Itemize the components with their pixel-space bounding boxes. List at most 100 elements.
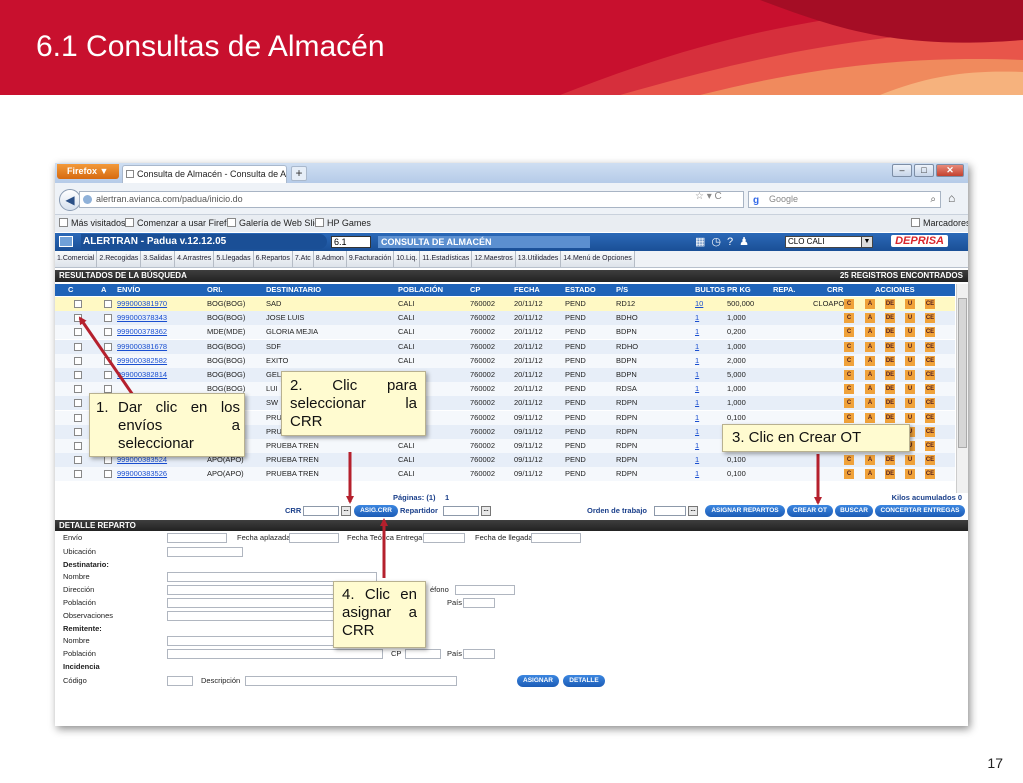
action-de-button[interactable]: DE	[885, 398, 895, 409]
envio-link[interactable]: 999000382582	[117, 354, 167, 368]
row-a-checkbox[interactable]	[104, 300, 112, 308]
orden-lookup-button[interactable]: ...	[688, 506, 698, 516]
bultos-link[interactable]: 1	[695, 382, 699, 396]
action-ce-button[interactable]: CE	[925, 341, 935, 352]
action-ce-button[interactable]: CE	[925, 426, 935, 437]
action-u-button[interactable]: U	[905, 355, 915, 366]
action-ce-button[interactable]: CE	[925, 412, 935, 423]
envio-link[interactable]: 999000378362	[117, 325, 167, 339]
action-c-button[interactable]: C	[844, 398, 854, 409]
close-icon[interactable]: ✕	[936, 164, 964, 177]
action-de-button[interactable]: DE	[885, 355, 895, 366]
action-u-button[interactable]: U	[905, 455, 915, 466]
row-a-checkbox[interactable]	[104, 456, 112, 465]
row-select-checkbox[interactable]	[74, 470, 82, 479]
concertar-entregas-button[interactable]: CONCERTAR ENTREGAS	[875, 505, 965, 517]
action-ce-button[interactable]: CE	[925, 313, 935, 324]
scrollbar-thumb[interactable]	[958, 298, 967, 448]
action-u-button[interactable]: U	[905, 384, 915, 395]
maximize-icon[interactable]: □	[914, 164, 934, 177]
action-c-button[interactable]: C	[844, 455, 854, 466]
row-select-checkbox[interactable]	[74, 314, 82, 323]
envio-link[interactable]: 999000382814	[117, 368, 167, 382]
action-u-button[interactable]: U	[905, 327, 915, 338]
menu-tab-5[interactable]: 5.Llegadas	[214, 251, 254, 267]
action-a-button[interactable]: A	[865, 355, 875, 366]
screen-code-input[interactable]: 6.1	[331, 236, 371, 248]
fecha-aplazada-field[interactable]	[289, 533, 339, 543]
clock-icon[interactable]: ◷	[711, 236, 727, 248]
row-a-checkbox[interactable]	[104, 328, 112, 337]
row-select-checkbox[interactable]	[74, 413, 82, 422]
action-c-button[interactable]: C	[844, 355, 854, 366]
pais-field[interactable]	[463, 598, 495, 608]
action-ce-button[interactable]: CE	[925, 327, 935, 338]
row-a-checkbox[interactable]	[104, 356, 112, 365]
asignar-button[interactable]: ASIGNAR	[517, 675, 559, 687]
orden-trabajo-input[interactable]	[654, 506, 686, 516]
menu-tab-4[interactable]: 4.Arrastres	[175, 251, 215, 267]
fecha-llegada-field[interactable]	[531, 533, 581, 543]
telefono-field[interactable]	[455, 585, 515, 595]
action-ce-button[interactable]: CE	[925, 299, 935, 309]
action-c-button[interactable]: C	[844, 384, 854, 395]
action-ce-button[interactable]: CE	[925, 398, 935, 409]
action-de-button[interactable]: DE	[885, 412, 895, 423]
office-select[interactable]: CLO CALI	[785, 236, 871, 248]
action-a-button[interactable]: A	[865, 299, 875, 309]
action-a-button[interactable]: A	[865, 469, 875, 480]
action-ce-button[interactable]: CE	[925, 370, 935, 380]
action-u-button[interactable]: U	[905, 412, 915, 423]
row-a-checkbox[interactable]	[104, 314, 112, 323]
bultos-link[interactable]: 1	[695, 425, 699, 439]
url-bar[interactable]: alertran.avianca.com/padua/inicio.do	[79, 191, 744, 208]
action-c-button[interactable]: C	[844, 412, 854, 423]
action-de-button[interactable]: DE	[885, 313, 895, 324]
home-icon[interactable]: ⌂	[948, 191, 955, 205]
envio-field[interactable]	[167, 533, 227, 543]
bookmark-hp-games[interactable]: HP Games	[315, 215, 371, 232]
crr-input[interactable]	[303, 506, 339, 516]
menu-tab-2[interactable]: 2.Recogidas	[97, 251, 142, 267]
action-ce-button[interactable]: CE	[925, 384, 935, 395]
action-de-button[interactable]: DE	[885, 384, 895, 395]
browser-tab[interactable]: Consulta de Almacén - Consulta de Alm...	[122, 165, 287, 183]
row-a-checkbox[interactable]	[104, 371, 112, 379]
repartidor-input[interactable]	[443, 506, 479, 516]
action-c-button[interactable]: C	[844, 469, 854, 480]
codigo-field[interactable]	[167, 676, 193, 686]
bultos-link[interactable]: 1	[695, 467, 699, 481]
menu-tab-11[interactable]: 11.Estadísticas	[420, 251, 473, 267]
crear-ot-button[interactable]: CREAR OT	[787, 505, 833, 517]
envio-link[interactable]: 999000381678	[117, 340, 167, 354]
vertical-scrollbar[interactable]	[956, 284, 968, 493]
action-c-button[interactable]: C	[844, 299, 854, 309]
action-de-button[interactable]: DE	[885, 327, 895, 338]
bookmark-star-icon[interactable]: ☆ ▾ C	[695, 191, 722, 202]
action-u-button[interactable]: U	[905, 370, 915, 380]
menu-tab-10[interactable]: 10.Liq.	[394, 251, 421, 267]
action-a-button[interactable]: A	[865, 455, 875, 466]
cp-field[interactable]	[405, 649, 441, 659]
bultos-link[interactable]: 1	[695, 439, 699, 453]
menu-tab-7[interactable]: 7.Atc	[292, 251, 314, 267]
action-de-button[interactable]: DE	[885, 469, 895, 480]
action-a-button[interactable]: A	[865, 327, 875, 338]
bookmark-mas-visitados[interactable]: Más visitados	[59, 215, 126, 232]
bookmarks-menu[interactable]: Marcadores	[911, 215, 968, 232]
page-link[interactable]: 1	[445, 493, 449, 503]
row-select-checkbox[interactable]	[74, 442, 82, 450]
action-de-button[interactable]: DE	[885, 455, 895, 466]
action-ce-button[interactable]: CE	[925, 441, 935, 451]
action-a-button[interactable]: A	[865, 412, 875, 423]
bultos-link[interactable]: 1	[695, 311, 699, 325]
bultos-link[interactable]: 1	[695, 354, 699, 368]
row-a-checkbox[interactable]	[104, 470, 112, 479]
row-select-checkbox[interactable]	[74, 328, 82, 337]
action-ce-button[interactable]: CE	[925, 469, 935, 480]
row-select-checkbox[interactable]	[74, 456, 82, 465]
action-c-button[interactable]: C	[844, 370, 854, 380]
app-menu-icon[interactable]	[59, 236, 73, 247]
action-c-button[interactable]: C	[844, 327, 854, 338]
action-u-button[interactable]: U	[905, 398, 915, 409]
